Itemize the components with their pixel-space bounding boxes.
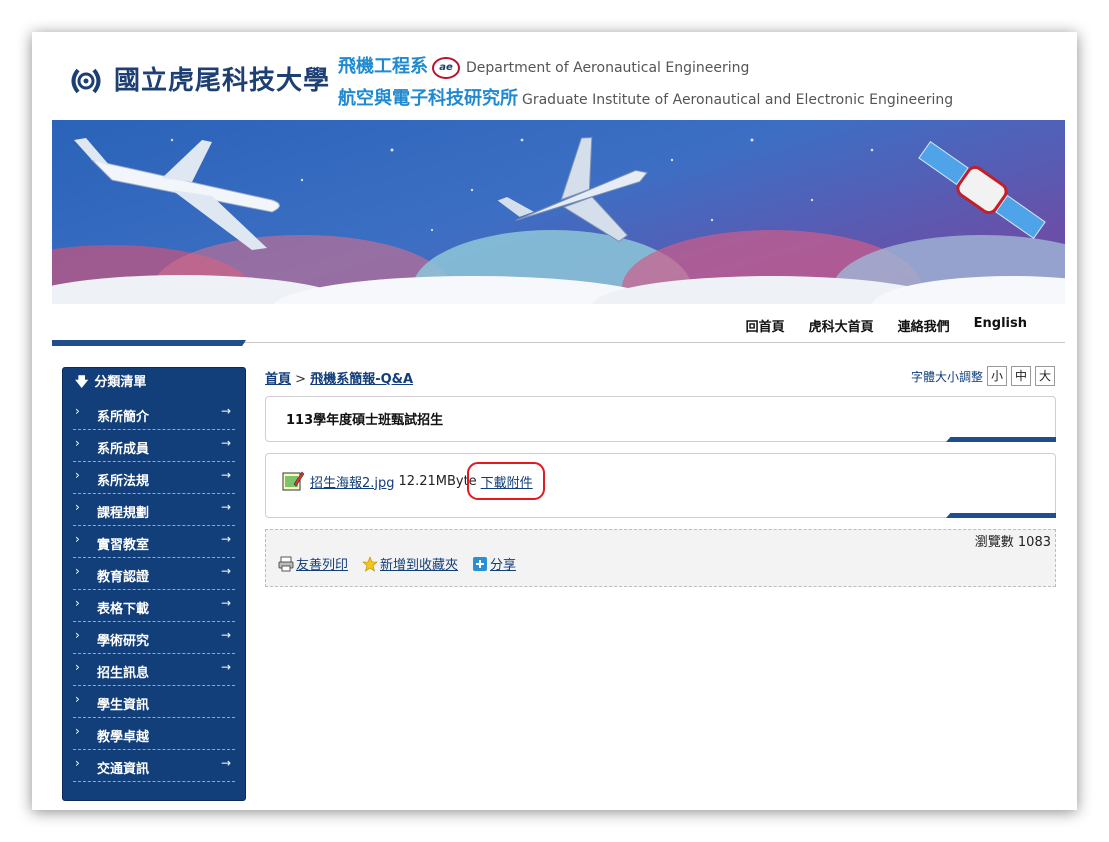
view-count: 瀏覽數 1083 bbox=[974, 535, 1051, 550]
arrow-right-icon: → bbox=[220, 532, 231, 546]
nav-link-home[interactable]: 回首頁 bbox=[746, 316, 785, 335]
department-name-zh: 飛機工程系 bbox=[338, 56, 428, 77]
box-accent-stripe bbox=[946, 437, 1056, 442]
star-icon bbox=[362, 555, 378, 572]
sidebar-item-label: 教學卓越 bbox=[97, 730, 150, 745]
sidebar-item-label: 交通資訊 bbox=[97, 762, 150, 777]
arrow-right-icon: → bbox=[220, 596, 231, 610]
header-banner bbox=[52, 120, 1065, 304]
chevron-right-icon: › bbox=[75, 404, 80, 418]
institute-name-en: Graduate Institute of Aeronautical and E… bbox=[522, 92, 954, 108]
font-size-control: 字體大小調整 小 中 大 bbox=[911, 366, 1055, 386]
arrow-right-icon: → bbox=[220, 628, 231, 642]
article-title-box: 113學年度碩士班甄試招生 bbox=[265, 396, 1056, 442]
chevron-right-icon: › bbox=[75, 692, 80, 706]
share-plus-icon bbox=[473, 556, 488, 571]
page-card: 國立虎尾科技大學 飛機工程系 ae Department of Aeronautic… bbox=[32, 32, 1077, 810]
sidebar-title-label: 分類清單 bbox=[94, 375, 147, 390]
chevron-right-icon: › bbox=[75, 660, 80, 674]
sidebar-item-label: 系所法規 bbox=[97, 474, 150, 489]
chevron-right-icon: › bbox=[75, 436, 80, 450]
arrow-right-icon: → bbox=[220, 436, 231, 450]
sidebar-item-label: 教育認證 bbox=[97, 570, 150, 585]
font-size-large-button[interactable]: 大 bbox=[1035, 366, 1055, 386]
printer-icon bbox=[278, 556, 294, 571]
sidebar-item-label: 學生資訊 bbox=[97, 698, 150, 713]
chevron-right-icon: › bbox=[75, 500, 80, 514]
breadcrumb-home-link[interactable]: 首頁 bbox=[265, 372, 291, 387]
download-attachment-link[interactable]: 下載附件 bbox=[481, 476, 533, 491]
attachment-size: 12.21MByte bbox=[398, 473, 477, 489]
ae-logo-icon: ae bbox=[432, 57, 460, 79]
nav-link-contact[interactable]: 連絡我們 bbox=[898, 316, 950, 335]
print-label: 友善列印 bbox=[296, 558, 349, 573]
department-name-en: Department of Aeronautical Engineering bbox=[466, 60, 750, 76]
chevron-right-icon: › bbox=[75, 628, 80, 642]
image-file-icon bbox=[282, 471, 304, 491]
arrow-right-icon: → bbox=[220, 660, 231, 674]
sidebar-item-student-info[interactable]: › 學生資訊 bbox=[73, 686, 235, 718]
chevron-right-icon: › bbox=[75, 596, 80, 610]
nav-link-university-home[interactable]: 虎科大首頁 bbox=[809, 316, 874, 335]
chevron-right-icon: › bbox=[75, 724, 80, 738]
arrow-right-icon: → bbox=[220, 468, 231, 482]
chevron-right-icon: › bbox=[75, 564, 80, 578]
university-name: 國立虎尾科技大學 bbox=[114, 66, 331, 96]
sidebar-item-label: 表格下載 bbox=[97, 602, 150, 617]
arrow-right-icon: → bbox=[220, 404, 231, 418]
banner-illustration bbox=[52, 120, 1065, 304]
sidebar-item-label: 實習教室 bbox=[97, 538, 150, 553]
site-header: 國立虎尾科技大學 飛機工程系 ae Department of Aeronautic… bbox=[32, 32, 1077, 120]
sidebar-item-label: 系所成員 bbox=[97, 442, 150, 457]
print-link[interactable]: 友善列印 bbox=[278, 554, 348, 573]
font-size-label: 字體大小調整 bbox=[910, 369, 983, 384]
attachment-file-link[interactable]: 招生海報2.jpg bbox=[310, 472, 395, 491]
add-favorite-label: 新增到收藏夾 bbox=[380, 558, 459, 573]
sidebar-item-accreditation[interactable]: › 教育認證 → bbox=[73, 558, 235, 590]
article-title: 113學年度碩士班甄試招生 bbox=[286, 413, 444, 428]
sidebar-item-admissions[interactable]: › 招生訊息 → bbox=[73, 654, 235, 686]
category-sidebar: 🡇 分類清單 › 系所簡介 → › 系所成員 → › 系所法規 → › 課程規劃 → › 實習教室 →… bbox=[62, 367, 246, 801]
share-label: 分享 bbox=[490, 558, 517, 573]
sidebar-item-labs[interactable]: › 實習教室 → bbox=[73, 526, 235, 558]
arrow-right-icon: → bbox=[220, 500, 231, 514]
sidebar-item-label: 學術研究 bbox=[97, 634, 150, 649]
sidebar-item-intro[interactable]: › 系所簡介 → bbox=[73, 398, 235, 430]
chevron-right-icon: › bbox=[75, 468, 80, 482]
nav-accent-bar bbox=[52, 340, 246, 346]
arrow-down-icon: 🡇 bbox=[75, 375, 89, 390]
arrow-right-icon: → bbox=[220, 564, 231, 578]
font-size-medium-button[interactable]: 中 bbox=[1011, 366, 1031, 386]
breadcrumb-separator: > bbox=[295, 372, 307, 387]
sidebar-item-regulations[interactable]: › 系所法規 → bbox=[73, 462, 235, 494]
sidebar-item-teaching-excellence[interactable]: › 教學卓越 bbox=[73, 718, 235, 750]
institute-name-zh: 航空與電子科技研究所 bbox=[338, 88, 518, 109]
font-size-small-button[interactable]: 小 bbox=[987, 366, 1007, 386]
tools-box: 瀏覽數 1083 友善列印 新增到收藏夾 分享 bbox=[265, 529, 1056, 587]
department-line: 飛機工程系 ae Department of Aeronautical Engine… bbox=[338, 52, 749, 79]
breadcrumb: 首頁 > 飛機系簡報-Q&A bbox=[265, 368, 413, 387]
sidebar-title: 🡇 分類清單 bbox=[63, 368, 245, 398]
sidebar-item-label: 課程規劃 bbox=[97, 506, 150, 521]
share-link[interactable]: 分享 bbox=[472, 554, 516, 573]
sidebar-item-forms[interactable]: › 表格下載 → bbox=[73, 590, 235, 622]
chevron-right-icon: › bbox=[75, 756, 80, 770]
sidebar-item-label: 招生訊息 bbox=[97, 666, 150, 681]
sidebar-item-curriculum[interactable]: › 課程規劃 → bbox=[73, 494, 235, 526]
attachment-box: 招生海報2.jpg 12.21MByte 下載附件 bbox=[265, 453, 1056, 518]
institute-line: 航空與電子科技研究所 Graduate Institute of Aeronaut… bbox=[338, 84, 953, 110]
top-navigation: 回首頁 虎科大首頁 連絡我們 English bbox=[32, 304, 1077, 344]
sidebar-item-transportation[interactable]: › 交通資訊 → bbox=[73, 750, 235, 782]
nav-link-english[interactable]: English bbox=[974, 316, 1027, 335]
sidebar-item-research[interactable]: › 學術研究 → bbox=[73, 622, 235, 654]
box-accent-stripe bbox=[946, 513, 1056, 518]
breadcrumb-current-link[interactable]: 飛機系簡報-Q&A bbox=[310, 372, 413, 387]
add-favorite-link[interactable]: 新增到收藏夾 bbox=[362, 554, 458, 573]
university-logo-icon bbox=[71, 68, 101, 94]
sidebar-item-members[interactable]: › 系所成員 → bbox=[73, 430, 235, 462]
arrow-right-icon: → bbox=[220, 756, 231, 770]
chevron-right-icon: › bbox=[75, 532, 80, 546]
sidebar-item-label: 系所簡介 bbox=[97, 410, 150, 425]
